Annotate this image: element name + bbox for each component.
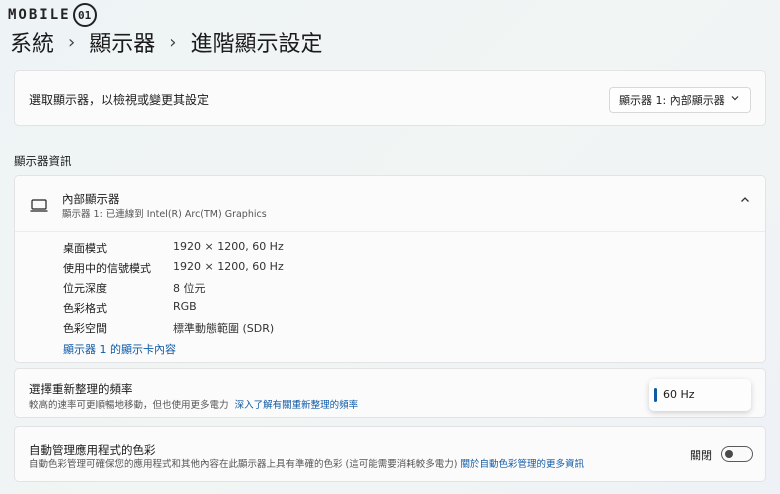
refresh-rate-option[interactable]: 60 Hz <box>663 388 695 401</box>
breadcrumb-separator-icon: › <box>169 31 177 53</box>
page-title: 進階顯示設定 <box>190 32 323 57</box>
auto-color-toggle[interactable] <box>721 446 753 462</box>
selected-indicator <box>654 388 657 402</box>
display-select-card: 選取顯示器，以檢視或變更其設定 顯示器 1: 內部顯示器 <box>14 70 766 126</box>
info-value: 1920 × 1200, 60 Hz <box>173 240 284 253</box>
monitor-icon <box>30 197 48 212</box>
watermark-text: MOBILE <box>8 7 71 23</box>
auto-color-card: 自動管理應用程式的色彩 自動色彩管理可確保您的應用程式和其他內容在此顯示器上具有… <box>14 426 766 482</box>
auto-color-desc-text: 自動色彩管理可確保您的應用程式和其他內容在此顯示器上具有準確的色彩 (這可能需要… <box>29 459 458 470</box>
adapter-properties-link[interactable]: 顯示器 1 的顯示卡內容 <box>63 341 176 357</box>
breadcrumb-display[interactable]: 顯示器 <box>89 26 155 58</box>
info-value: 8 位元 <box>173 282 206 295</box>
refresh-rate-dropdown-popup[interactable]: 60 Hz <box>649 379 751 411</box>
breadcrumb: 系統 › 顯示器 › 進階顯示設定 <box>10 26 322 58</box>
toggle-label: 關閉 <box>690 449 712 462</box>
info-value: RGB <box>173 300 197 313</box>
info-key: 色彩格式 <box>63 302 107 315</box>
info-value: 1920 × 1200, 60 Hz <box>173 260 284 273</box>
refresh-rate-description: 較高的速率可更順暢地移動，但也使用更多電力 深入了解有關重新整理的頻率 <box>29 397 358 411</box>
monitor-title: 內部顯示器 <box>62 192 120 206</box>
display-info-card: 內部顯示器 顯示器 1: 已連線到 Intel(R) Arc(TM) Graph… <box>14 175 766 363</box>
info-key: 桌面模式 <box>63 242 107 255</box>
refresh-rate-learn-more-link[interactable]: 深入了解有關重新整理的頻率 <box>235 400 359 411</box>
watermark-logo: MOBILE 01 <box>8 3 97 27</box>
chevron-down-icon <box>730 93 740 106</box>
breadcrumb-separator-icon: › <box>68 31 76 53</box>
auto-color-description: 自動色彩管理可確保您的應用程式和其他內容在此顯示器上具有準確的色彩 (這可能需要… <box>29 456 584 470</box>
refresh-rate-title: 選擇重新整理的頻率 <box>29 382 133 396</box>
auto-color-more-info-link[interactable]: 關於自動色彩管理的更多資訊 <box>460 459 584 470</box>
info-key: 色彩空間 <box>63 322 107 335</box>
info-key: 使用中的信號模式 <box>63 262 151 275</box>
toggle-knob <box>725 450 733 458</box>
section-title-display-info: 顯示器資訊 <box>14 154 72 168</box>
display-select-dropdown[interactable]: 顯示器 1: 內部顯示器 <box>609 87 751 113</box>
info-key: 位元深度 <box>63 282 107 295</box>
refresh-rate-desc-text: 較高的速率可更順暢地移動，但也使用更多電力 <box>29 400 229 411</box>
watermark-icon: 01 <box>72 3 97 27</box>
display-info-header[interactable]: 內部顯示器 顯示器 1: 已連線到 Intel(R) Arc(TM) Graph… <box>15 176 765 232</box>
display-select-label: 選取顯示器，以檢視或變更其設定 <box>29 93 210 107</box>
breadcrumb-system[interactable]: 系統 <box>10 26 54 58</box>
monitor-subtitle: 顯示器 1: 已連線到 Intel(R) Arc(TM) Graphics <box>62 209 267 220</box>
info-value: 標準動態範圍 (SDR) <box>173 322 275 335</box>
chevron-up-icon[interactable] <box>739 194 751 209</box>
display-select-value: 顯示器 1: 內部顯示器 <box>619 94 725 107</box>
